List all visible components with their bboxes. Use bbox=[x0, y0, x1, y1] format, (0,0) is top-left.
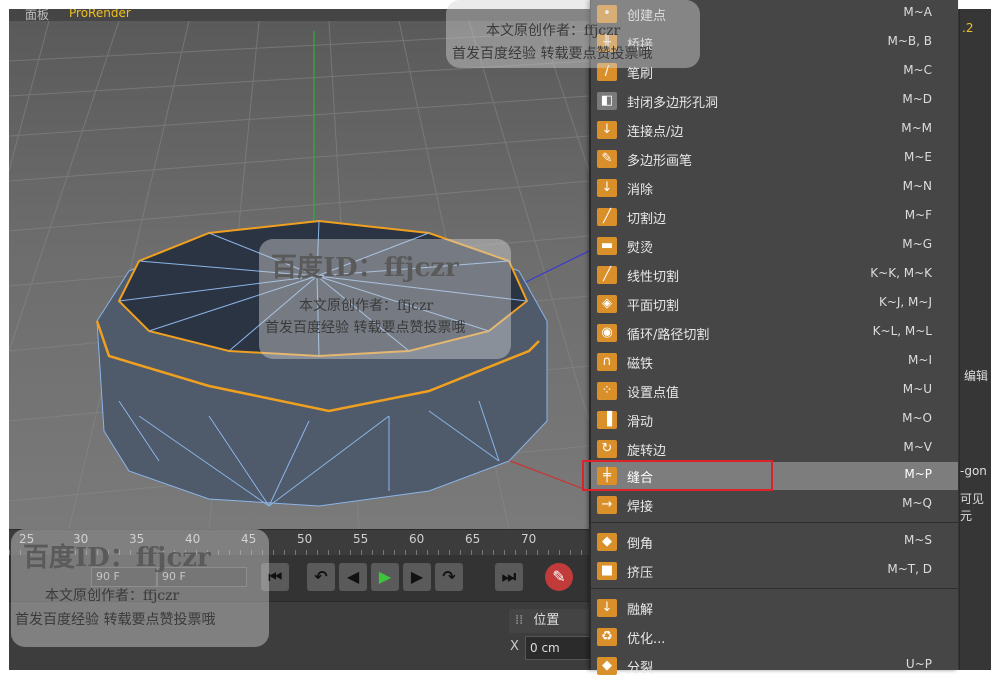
highlight-box bbox=[582, 460, 773, 491]
melt-icon: ↓ bbox=[597, 599, 617, 617]
menu-item-split[interactable]: ◆ 分裂 U~P bbox=[591, 652, 958, 680]
watermark-id-text: 百度ID：ffjczr bbox=[271, 253, 459, 283]
edit-tab-label[interactable]: 编辑 bbox=[964, 367, 988, 384]
next-key-button[interactable]: ↷ bbox=[435, 563, 463, 591]
timeline-tick: 65 bbox=[465, 532, 481, 546]
x-coordinate-field[interactable]: 0 cm bbox=[525, 636, 593, 660]
bevel-icon: ◆ bbox=[597, 533, 617, 551]
connect-icon: ↓ bbox=[597, 121, 617, 139]
menu-item-polygon-pen[interactable]: ✎ 多边形画笔 M~E bbox=[591, 145, 958, 173]
menu-separator bbox=[591, 588, 958, 589]
dissolve-icon: ↓ bbox=[597, 179, 617, 197]
prev-frame-button[interactable]: ◀ bbox=[339, 563, 367, 591]
menu-item-bevel[interactable]: ◆ 倒角 M~S bbox=[591, 528, 958, 556]
attr-number-label: .2 bbox=[962, 21, 974, 35]
timeline-tick: 70 bbox=[521, 532, 537, 546]
menu-item-spin-edge[interactable]: ↻ 旋转边 M~V bbox=[591, 435, 958, 463]
position-tab-label: 位置 bbox=[533, 613, 560, 628]
play-button[interactable]: ▶ bbox=[371, 563, 399, 591]
x-coordinate-label: X bbox=[510, 639, 519, 654]
line-cut-icon: ╱ bbox=[597, 266, 617, 284]
menu-item-slide[interactable]: ▐ 滑动 M~O bbox=[591, 406, 958, 434]
timeline-tick: 55 bbox=[353, 532, 369, 546]
menu-item-dissolve[interactable]: ↓ 消除 M~N bbox=[591, 174, 958, 202]
watermark-notice-text-3: 首发百度经验 转载要点赞投票哦 bbox=[452, 46, 653, 62]
iron-icon: ▬ bbox=[597, 237, 617, 255]
polygon-pen-icon: ✎ bbox=[597, 150, 617, 168]
split-icon: ◆ bbox=[597, 657, 617, 675]
extrude-icon: ■ bbox=[597, 562, 617, 580]
optimize-icon: ♻ bbox=[597, 628, 617, 646]
menu-item-edge-cut[interactable]: ╱ 切割边 M~F bbox=[591, 203, 958, 231]
watermark-notice-text-2: 首发百度经验 转载要点赞投票哦 bbox=[15, 612, 216, 628]
watermark-author-text: 本文原创作者：ffjczr bbox=[299, 298, 434, 314]
grip-icon: ⁞⁞ bbox=[515, 613, 524, 628]
record-button[interactable]: ✎ bbox=[545, 563, 573, 591]
timeline-tick: 50 bbox=[297, 532, 313, 546]
go-to-end-button[interactable]: ⏭ bbox=[495, 563, 523, 591]
position-tab[interactable]: ⁞⁞ 位置 bbox=[509, 609, 589, 633]
slide-icon: ▐ bbox=[597, 411, 617, 429]
menu-item-close-hole[interactable]: ◧ 封闭多边形孔洞 M~D bbox=[591, 87, 958, 115]
watermark-author-text-3: 本文原创作者：ffjczr bbox=[486, 23, 621, 39]
set-point-icon: ⁘ bbox=[597, 382, 617, 400]
polygon-tools-context-menu: • 创建点 M~A ╫ 桥接 M~B, B / 笔刷 M~C ◧ 封闭多边形孔洞 M~D ↓ 连接… bbox=[590, 0, 958, 676]
menu-item-loop-cut[interactable]: ◉ 循环/路径切割 K~L, M~L bbox=[591, 319, 958, 347]
edge-cut-icon: ╱ bbox=[597, 208, 617, 226]
spin-edge-icon: ↻ bbox=[597, 440, 617, 458]
visible-label: 可见元 bbox=[960, 492, 985, 523]
magnet-icon: ∩ bbox=[597, 353, 617, 371]
menu-item-connect[interactable]: ↓ 连接点/边 M~M bbox=[591, 116, 958, 144]
loop-cut-icon: ◉ bbox=[597, 324, 617, 342]
watermark-notice-text: 首发百度经验 转载要点赞投票哦 bbox=[265, 320, 466, 336]
menu-item-melt[interactable]: ↓ 融解 bbox=[591, 594, 958, 622]
menu-item-optimize[interactable]: ♻ 优化... bbox=[591, 623, 958, 651]
timeline-tick: 60 bbox=[409, 532, 425, 546]
ngon-label: -gon bbox=[960, 464, 987, 478]
menu-item-extrude[interactable]: ■ 挤压 M~T, D bbox=[591, 557, 958, 585]
menu-item-magnet[interactable]: ∩ 磁铁 M~I bbox=[591, 348, 958, 376]
weld-icon: → bbox=[597, 496, 617, 514]
menu-item-set-point[interactable]: ⁘ 设置点值 M~U bbox=[591, 377, 958, 405]
watermark-author-text-2: 本文原创作者：ffjczr bbox=[45, 588, 180, 604]
prev-key-button[interactable]: ↶ bbox=[307, 563, 335, 591]
menu-item-plane-cut[interactable]: ◈ 平面切割 K~J, M~J bbox=[591, 290, 958, 318]
plane-cut-icon: ◈ bbox=[597, 295, 617, 313]
menu-item-iron[interactable]: ▬ 熨烫 M~G bbox=[591, 232, 958, 260]
menu-separator bbox=[591, 522, 958, 523]
close-hole-icon: ◧ bbox=[597, 92, 617, 110]
watermark-id-text-2: 百度ID：ffjczr bbox=[23, 543, 211, 573]
prorender-menu[interactable]: ProRender bbox=[69, 9, 131, 20]
menu-item-weld[interactable]: → 焊接 M~Q bbox=[591, 491, 958, 519]
attributes-panel-edge: .2 编辑 -gon 可见元 bbox=[959, 9, 991, 670]
menu-item-line-cut[interactable]: ╱ 线性切割 K~K, M~K bbox=[591, 261, 958, 289]
next-frame-button[interactable]: ▶ bbox=[403, 563, 431, 591]
3d-viewport[interactable]: 百度ID：ffjczr 本文原创作者：ffjczr 首发百度经验 转载要点赞投票… bbox=[9, 21, 589, 529]
